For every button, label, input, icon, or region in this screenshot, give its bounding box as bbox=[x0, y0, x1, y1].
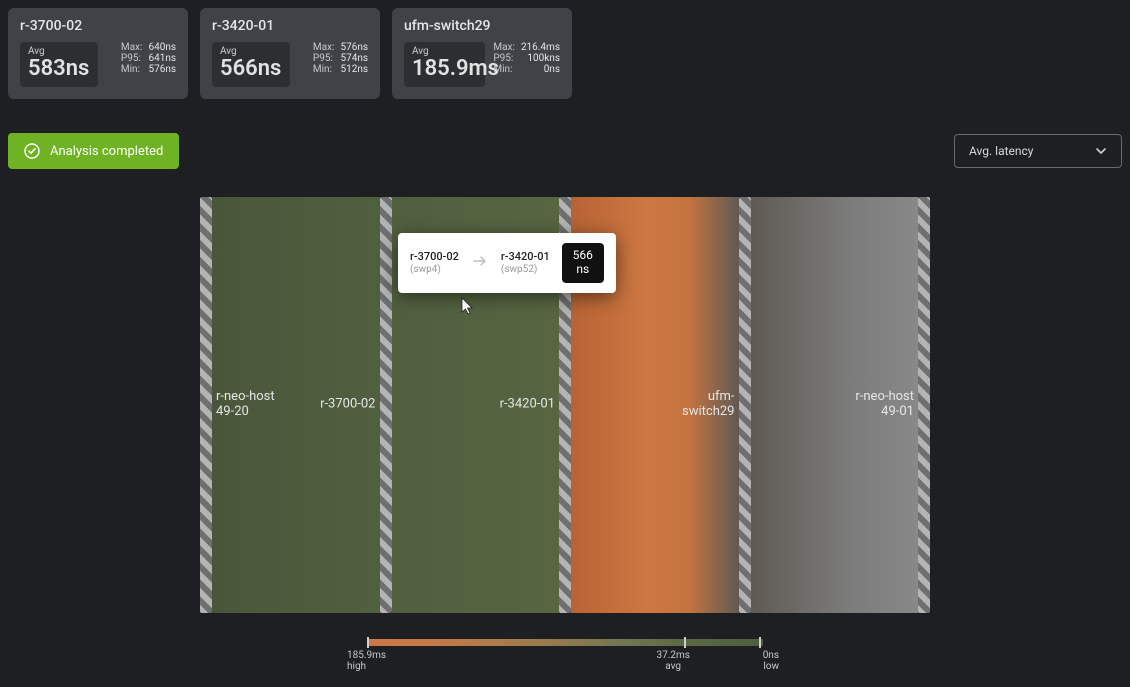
latency-path-visualization[interactable]: r-neo-host 49-20 r-3700-02 r-3420-01 ufm… bbox=[200, 197, 930, 613]
card-title: ufm-switch29 bbox=[404, 18, 560, 34]
legend-mid-label: avg bbox=[665, 661, 681, 672]
legend-mid-value: 37.2ms bbox=[656, 650, 689, 661]
metric-dropdown-label: Avg. latency bbox=[969, 144, 1033, 158]
tooltip-from: r-3700-02 (swp4) bbox=[410, 250, 459, 275]
card-title: r-3700-02 bbox=[20, 18, 176, 34]
summary-cards: r-3700-02 Avg 583ns Max:640ns P95:641ns … bbox=[0, 0, 1130, 107]
node-divider bbox=[739, 197, 751, 613]
arrow-right-icon bbox=[471, 255, 489, 271]
latency-card[interactable]: r-3420-01 Avg 566ns Max:576ns P95:574ns … bbox=[200, 8, 380, 99]
node-label: r-neo-host 49-01 bbox=[842, 390, 914, 420]
analysis-status-pill: Analysis completed bbox=[8, 133, 179, 169]
metric-dropdown[interactable]: Avg. latency bbox=[954, 134, 1122, 168]
card-title: r-3420-01 bbox=[212, 18, 368, 34]
avg-badge: Avg 583ns bbox=[20, 42, 98, 87]
tooltip-to: r-3420-01 (swp52) bbox=[501, 250, 550, 275]
latency-card[interactable]: ufm-switch29 Avg 185.9ms Max:216.4ms P95… bbox=[392, 8, 572, 99]
node-divider bbox=[380, 197, 392, 613]
node-label: r-3420-01 bbox=[500, 398, 555, 413]
node-divider bbox=[200, 197, 212, 613]
node-label: ufm-switch29 bbox=[663, 390, 735, 420]
hop-tooltip: r-3700-02 (swp4) r-3420-01 (swp52) 566 n… bbox=[398, 233, 616, 293]
hop-segment[interactable]: r-neo-host 49-01 bbox=[751, 197, 919, 613]
legend-high-label: high bbox=[347, 661, 366, 672]
card-stats: Max:216.4ms P95:100kns Min:0ns bbox=[493, 42, 560, 75]
tooltip-value: 566 ns bbox=[562, 243, 604, 283]
avg-badge: Avg 185.9ms bbox=[404, 42, 485, 87]
card-stats: Max:576ns P95:574ns Min:512ns bbox=[313, 42, 368, 75]
node-label: r-neo-host 49-20 bbox=[216, 390, 288, 420]
legend-low-label: low bbox=[763, 661, 779, 672]
color-legend: 185.9ms high 37.2ms avg 0ns low bbox=[367, 639, 763, 672]
chevron-down-icon bbox=[1095, 145, 1107, 157]
node-label: r-3700-02 bbox=[320, 398, 375, 413]
hop-segment[interactable]: r-neo-host 49-20 r-3700-02 bbox=[212, 197, 380, 613]
card-stats: Max:640ns P95:641ns Min:576ns bbox=[121, 42, 176, 75]
status-text: Analysis completed bbox=[50, 144, 163, 159]
avg-badge: Avg 566ns bbox=[212, 42, 290, 87]
check-circle-icon bbox=[24, 143, 40, 159]
legend-low-value: 0ns bbox=[763, 650, 779, 661]
legend-gradient bbox=[367, 639, 763, 646]
legend-high-value: 185.9ms bbox=[347, 650, 386, 661]
node-divider bbox=[918, 197, 930, 613]
latency-card[interactable]: r-3700-02 Avg 583ns Max:640ns P95:641ns … bbox=[8, 8, 188, 99]
